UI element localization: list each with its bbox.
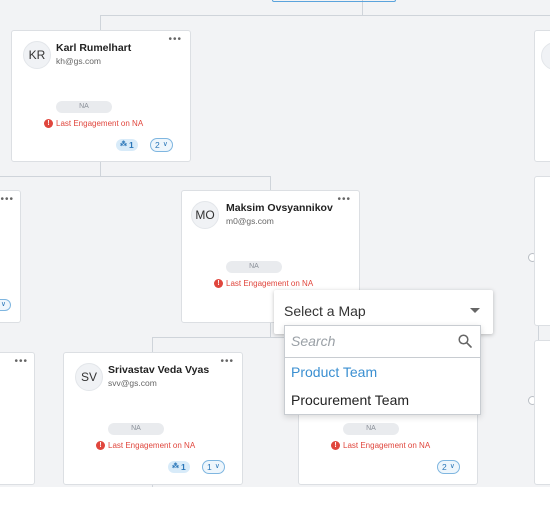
- person-email: kh@gs.com: [56, 56, 102, 66]
- org-card-partial-right[interactable]: [534, 30, 550, 162]
- people-count: 1: [181, 462, 186, 472]
- connector-line: [362, 0, 363, 15]
- engagement-status-pill: NA: [56, 101, 112, 113]
- last-engagement: ! Last Engagement on NA: [214, 279, 313, 288]
- warning-icon: !: [331, 441, 340, 450]
- people-icon: ⁂: [120, 141, 127, 148]
- map-option[interactable]: Procurement Team: [291, 392, 409, 408]
- warning-icon: !: [96, 441, 105, 450]
- org-card-partial-left[interactable]: ••• ∨: [0, 190, 21, 323]
- connector-line: [100, 162, 101, 176]
- avatar: MO: [191, 201, 219, 229]
- people-icon: ⁂: [172, 463, 179, 470]
- org-card[interactable]: KR Karl Rumelhart kh@gs.com ••• NA ! Las…: [11, 30, 191, 162]
- map-dropdown: Product Team Procurement Team: [284, 325, 481, 415]
- more-icon[interactable]: •••: [168, 35, 182, 45]
- engagement-status-pill: NA: [108, 423, 164, 435]
- connector-line: [100, 15, 550, 16]
- children-count: 1: [207, 462, 212, 472]
- avatar: KR: [23, 41, 51, 69]
- last-engagement-text: Last Engagement on NA: [343, 441, 431, 450]
- more-icon[interactable]: •••: [0, 195, 14, 205]
- person-name: Karl Rumelhart: [56, 42, 132, 54]
- last-engagement-text: Last Engagement on NA: [108, 441, 196, 450]
- last-engagement: ! Last Engagement on NA: [331, 441, 430, 450]
- chevron-down-icon: ∨: [162, 141, 168, 148]
- last-engagement: ! Last Engagement on NA: [44, 119, 143, 128]
- chevron-down-icon: ∨: [449, 463, 455, 470]
- org-card-partial-right[interactable]: [534, 340, 550, 485]
- map-search-input[interactable]: [291, 332, 451, 350]
- person-email: svv@gs.com: [108, 378, 157, 388]
- person-name: Srivastav Veda Vyas: [108, 364, 210, 376]
- person-name: Maksim Ovsyannikov: [226, 202, 333, 214]
- children-count: 2: [442, 462, 447, 472]
- org-card[interactable]: SV Srivastav Veda Vyas svv@gs.com ••• NA…: [63, 352, 243, 485]
- last-engagement: ! Last Engagement on NA: [96, 441, 195, 450]
- map-option[interactable]: Product Team: [291, 364, 377, 380]
- avatar: [541, 42, 550, 70]
- people-count: 1: [129, 140, 134, 150]
- person-email: m0@gs.com: [226, 216, 274, 226]
- more-icon[interactable]: •••: [14, 357, 28, 367]
- chevron-down-icon: ∨: [214, 463, 220, 470]
- more-icon[interactable]: •••: [220, 357, 234, 367]
- connector-line: [270, 323, 271, 337]
- more-icon[interactable]: •••: [337, 195, 351, 205]
- warning-icon: !: [214, 279, 223, 288]
- engagement-status-pill: NA: [226, 261, 282, 273]
- people-badge[interactable]: ⁂ 1: [168, 461, 190, 473]
- engagement-status-pill: NA: [343, 423, 399, 435]
- map-select-label: Select a Map: [284, 303, 366, 319]
- map-search-box: [285, 326, 480, 358]
- org-chart-canvas[interactable]: ••• ∨ ••• KR Karl Rumelhart kh@gs.com ••…: [0, 0, 550, 487]
- chevron-down-icon[interactable]: ∨: [0, 299, 11, 311]
- connector-line: [152, 337, 153, 352]
- last-engagement-text: Last Engagement on NA: [56, 119, 144, 128]
- people-badge[interactable]: ⁂ 1: [116, 139, 138, 151]
- children-count-toggle[interactable]: 2 ∨: [150, 138, 173, 152]
- children-count-toggle[interactable]: 2 ∨: [437, 460, 460, 474]
- warning-icon: !: [44, 119, 53, 128]
- org-card-partial-right[interactable]: [534, 176, 550, 326]
- caret-down-icon: [470, 308, 480, 313]
- children-count: 2: [155, 140, 160, 150]
- avatar: SV: [75, 363, 103, 391]
- last-engagement-text: Last Engagement on NA: [226, 279, 314, 288]
- connector-line: [0, 176, 270, 177]
- org-card-partial-left[interactable]: •••: [0, 352, 35, 485]
- top-node-edge: [272, 0, 396, 2]
- connector-line: [270, 176, 271, 190]
- search-icon[interactable]: [458, 334, 472, 348]
- children-count-toggle[interactable]: 1 ∨: [202, 460, 225, 474]
- footer-bar: [0, 487, 550, 509]
- connector-line: [100, 15, 101, 30]
